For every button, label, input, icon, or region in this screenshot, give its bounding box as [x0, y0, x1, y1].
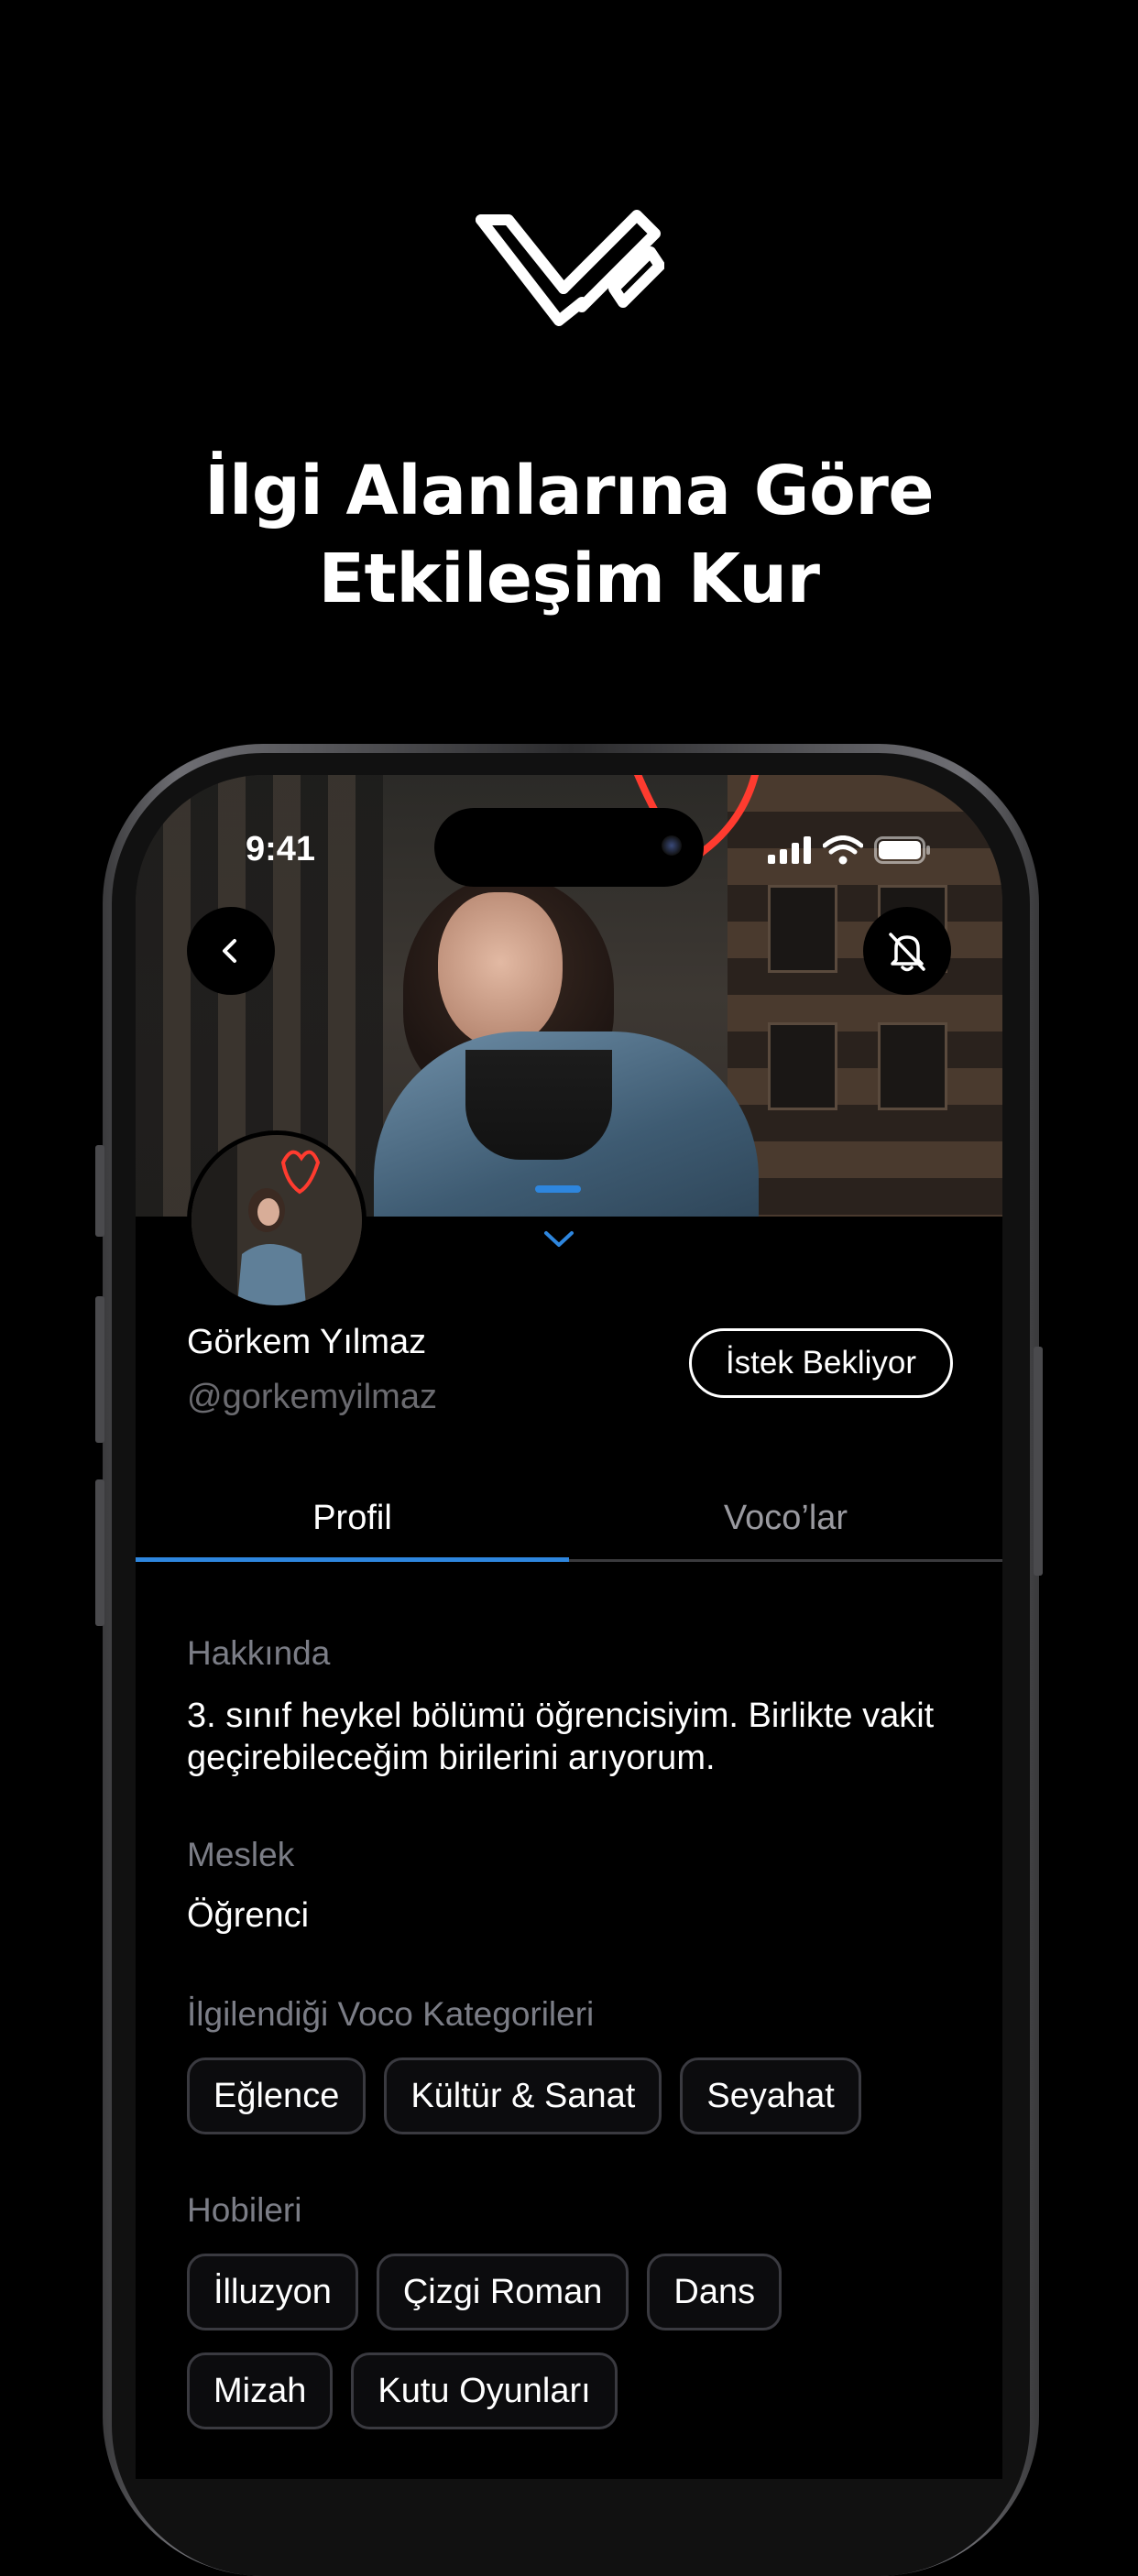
volume-up-button [95, 1296, 104, 1443]
request-pending-button[interactable]: İstek Bekliyor [689, 1328, 953, 1398]
volume-down-button [95, 1479, 104, 1626]
profile-handle: @gorkemyilmaz [187, 1378, 437, 1416]
about-label: Hakkında [187, 1634, 331, 1672]
drag-handle[interactable] [535, 1185, 581, 1193]
action-button [95, 1145, 104, 1237]
status-time: 9:41 [246, 830, 316, 868]
job-label: Meslek [187, 1836, 295, 1873]
chip-category[interactable]: Eğlence [187, 2058, 367, 2134]
profile-tabs: Profil Voco’lar [136, 1499, 1002, 1557]
avatar-photo [191, 1135, 362, 1305]
hobbies-label: Hobileri [187, 2191, 302, 2229]
dynamic-island [434, 808, 704, 887]
hobby-chips-row-2: Mizah Kutu Oyunları [187, 2352, 618, 2429]
cellular-signal-icon [768, 836, 811, 864]
tab-profile[interactable]: Profil [136, 1499, 569, 1538]
chip-hobby[interactable]: Kutu Oyunları [351, 2352, 618, 2429]
chip-hobby[interactable]: Çizgi Roman [376, 2254, 629, 2330]
job-value: Öğrenci [187, 1896, 310, 1935]
hobby-chips-row-1: İlluzyon Çizgi Roman Dans [187, 2254, 782, 2330]
battery-icon [874, 836, 930, 864]
power-button [1034, 1347, 1043, 1576]
voco-logo-icon [476, 210, 664, 326]
active-tab-indicator [136, 1557, 569, 1562]
avatar[interactable] [187, 1130, 367, 1310]
back-button[interactable] [187, 907, 275, 995]
chip-hobby[interactable]: Dans [647, 2254, 782, 2330]
about-text: 3. sınıf heykel bölümü öğrencisiyim. Bir… [187, 1697, 935, 1777]
chip-hobby[interactable]: Mizah [187, 2352, 334, 2429]
profile-name: Görkem Yılmaz [187, 1323, 427, 1361]
bell-off-icon [889, 933, 925, 972]
headline-line-2: Etkileşim Kur [318, 540, 820, 618]
chip-category[interactable]: Seyahat [680, 2058, 861, 2134]
chevron-down-icon[interactable] [542, 1229, 575, 1250]
chip-hobby[interactable]: İlluzyon [187, 2254, 358, 2330]
status-icons [768, 835, 931, 865]
phone-screen: 9:41 Görkem Yılmaz @gorkemyilmaz İstek B… [136, 775, 1002, 2479]
tab-vocos[interactable]: Voco’lar [569, 1499, 1002, 1538]
chip-category[interactable]: Kültür & Sanat [384, 2058, 662, 2134]
wifi-icon [823, 835, 863, 865]
chevron-left-icon [223, 939, 236, 963]
categories-label: İlgilendiği Voco Kategorileri [187, 1995, 595, 2033]
category-chips: Eğlence Kültür & Sanat Seyahat [187, 2058, 861, 2134]
mute-notifications-button[interactable] [863, 907, 951, 995]
headline-line-1: İlgi Alanlarına Göre [203, 452, 935, 530]
